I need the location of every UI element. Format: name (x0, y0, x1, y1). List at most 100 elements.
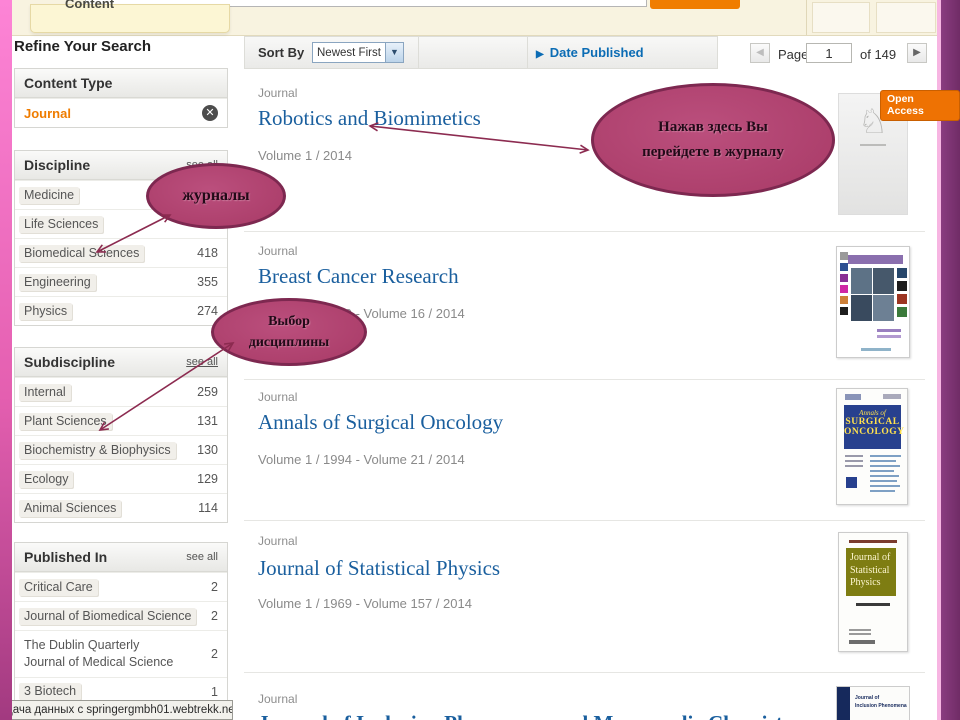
page-number-input[interactable] (806, 43, 852, 63)
facet-dublin-quarterly[interactable]: The Dublin Quarterly Journal of Medical … (15, 630, 227, 677)
cover-tile (897, 294, 907, 304)
cover-image (873, 268, 894, 294)
filter-journal-label[interactable]: Journal (24, 106, 71, 121)
springer-logo (849, 640, 875, 644)
result-title-statistical-physics[interactable]: Journal of Statistical Physics (258, 556, 500, 581)
cover-title-text: Inclusion Phenomena (855, 703, 907, 709)
springerlink-search-results-slide: Content Refine Your Search Content Type … (0, 0, 960, 720)
cover-tile (840, 285, 848, 293)
cover-title-block: Journal of Statistical Physics (846, 548, 896, 596)
dropdown-item-label[interactable]: Content (65, 0, 114, 11)
result-title-inclusion-phenomena[interactable]: Journal of Inclusion Phenomena and Macro… (258, 711, 818, 720)
cover-line (849, 633, 871, 635)
facet-animal-sciences[interactable]: Animal Sciences114 (15, 493, 227, 522)
cover-line (870, 480, 897, 482)
page-label: Page (778, 47, 808, 62)
filter-journal[interactable]: Journal ✕ (15, 98, 227, 127)
published-in-see-all-link[interactable]: see all (186, 551, 218, 563)
result-title-surgical-oncology[interactable]: Annals of Surgical Oncology (258, 410, 503, 435)
sort-by-label: Sort By (258, 45, 304, 60)
cover-line (870, 455, 901, 457)
cover-image (873, 295, 894, 321)
header-tab[interactable] (812, 2, 870, 33)
journal-cover-inclusion-phenomena[interactable]: Journal of Inclusion Phenomena (836, 686, 910, 720)
page-total-label: of 149 (860, 47, 896, 62)
sort-order-select[interactable]: Newest First ▼ (312, 42, 404, 63)
journal-cover-statistical-physics[interactable]: Journal of Statistical Physics (838, 532, 908, 652)
cover-tile (840, 296, 848, 304)
cover-tile (840, 252, 848, 260)
result-type: Journal (258, 534, 297, 548)
facet-engineering[interactable]: Engineering355 (15, 267, 227, 296)
result-title-robotics[interactable]: Robotics and Biomimetics (258, 106, 481, 131)
cover-line (845, 465, 863, 467)
cover-line (877, 335, 901, 338)
next-page-button[interactable]: ▶ (907, 43, 927, 63)
result-type: Journal (258, 86, 297, 100)
cover-title-text: Journal of (855, 695, 879, 701)
facet-biomedical-sciences[interactable]: Biomedical Sciences418 (15, 238, 227, 267)
discipline-title: Discipline (24, 157, 90, 173)
cover-line (870, 465, 900, 467)
result-type: Journal (258, 390, 297, 404)
cover-tile (840, 263, 848, 271)
facet-biochemistry[interactable]: Biochemistry & Biophysics130 (15, 435, 227, 464)
result-volumes: Volume 1 / 1994 - Volume 21 / 2014 (258, 452, 465, 467)
journal-cover-surgical-oncology[interactable]: Annals of SURGICAL ONCOLOGY (836, 388, 908, 505)
toolbar-divider (418, 36, 419, 69)
callout-goto-journal: Нажав здесь Вы перейдете в журналу (591, 83, 835, 197)
cover-line (870, 475, 899, 477)
cover-placeholder-line (860, 144, 886, 146)
header-divider (806, 0, 807, 35)
facet-journal-biomedical-science[interactable]: Journal of Biomedical Science2 (15, 601, 227, 630)
cover-issue-info (883, 394, 901, 399)
facet-ecology[interactable]: Ecology129 (15, 464, 227, 493)
cover-line (877, 329, 901, 332)
cover-line (849, 629, 871, 631)
result-type: Journal (258, 244, 297, 258)
cover-line (870, 470, 894, 472)
result-type: Journal (258, 692, 297, 706)
subdiscipline-see-all-link[interactable]: see all (186, 356, 218, 368)
cover-issue-info (849, 540, 897, 543)
subdiscipline-title: Subdiscipline (24, 354, 115, 370)
open-access-badge: Open Access (880, 90, 960, 121)
facet-physics[interactable]: Physics274 (15, 296, 227, 325)
search-scope-dropdown[interactable]: Content (30, 4, 230, 33)
cover-line (861, 348, 891, 351)
callout-discipline-choice: Выбор дисциплины (211, 298, 367, 366)
facet-critical-care[interactable]: Critical Care2 (15, 572, 227, 601)
subdiscipline-panel: Subdiscipline see all Internal259 Plant … (14, 347, 228, 523)
search-button[interactable] (650, 0, 740, 9)
cover-tile (840, 274, 848, 282)
result-divider (244, 379, 925, 380)
cover-image (851, 268, 872, 294)
date-published-sort-link[interactable]: ▶Date Published (536, 45, 644, 60)
callout-journals: журналы (146, 163, 286, 229)
content-type-title: Content Type (24, 75, 112, 91)
published-in-panel: Published In see all Critical Care2 Jour… (14, 542, 228, 707)
cover-line (845, 460, 863, 462)
facet-plant-sciences[interactable]: Plant Sciences131 (15, 406, 227, 435)
journal-cover-breast-cancer[interactable] (836, 246, 910, 358)
remove-filter-icon[interactable]: ✕ (202, 105, 218, 121)
cover-stripe (837, 687, 850, 720)
previous-page-button[interactable]: ◀ (750, 43, 770, 63)
refine-search-title: Refine Your Search (14, 38, 151, 55)
result-divider (244, 231, 925, 232)
header-tab[interactable] (876, 2, 936, 33)
toolbar-divider (527, 36, 528, 69)
cover-tile (897, 281, 907, 291)
result-volumes: Volume 1 / 1969 - Volume 157 / 2014 (258, 596, 472, 611)
cover-tile (897, 307, 907, 317)
chevron-down-icon[interactable]: ▼ (385, 43, 403, 62)
cover-logo (845, 394, 861, 400)
published-in-title: Published In (24, 549, 107, 565)
content-type-panel: Content Type Journal ✕ (14, 68, 228, 128)
facet-internal[interactable]: Internal259 (15, 377, 227, 406)
cover-line (870, 460, 896, 462)
result-title-breast-cancer[interactable]: Breast Cancer Research (258, 264, 459, 289)
result-divider (244, 672, 925, 673)
cover-image (851, 295, 872, 321)
result-volumes: Volume 1 / 2014 (258, 148, 352, 163)
